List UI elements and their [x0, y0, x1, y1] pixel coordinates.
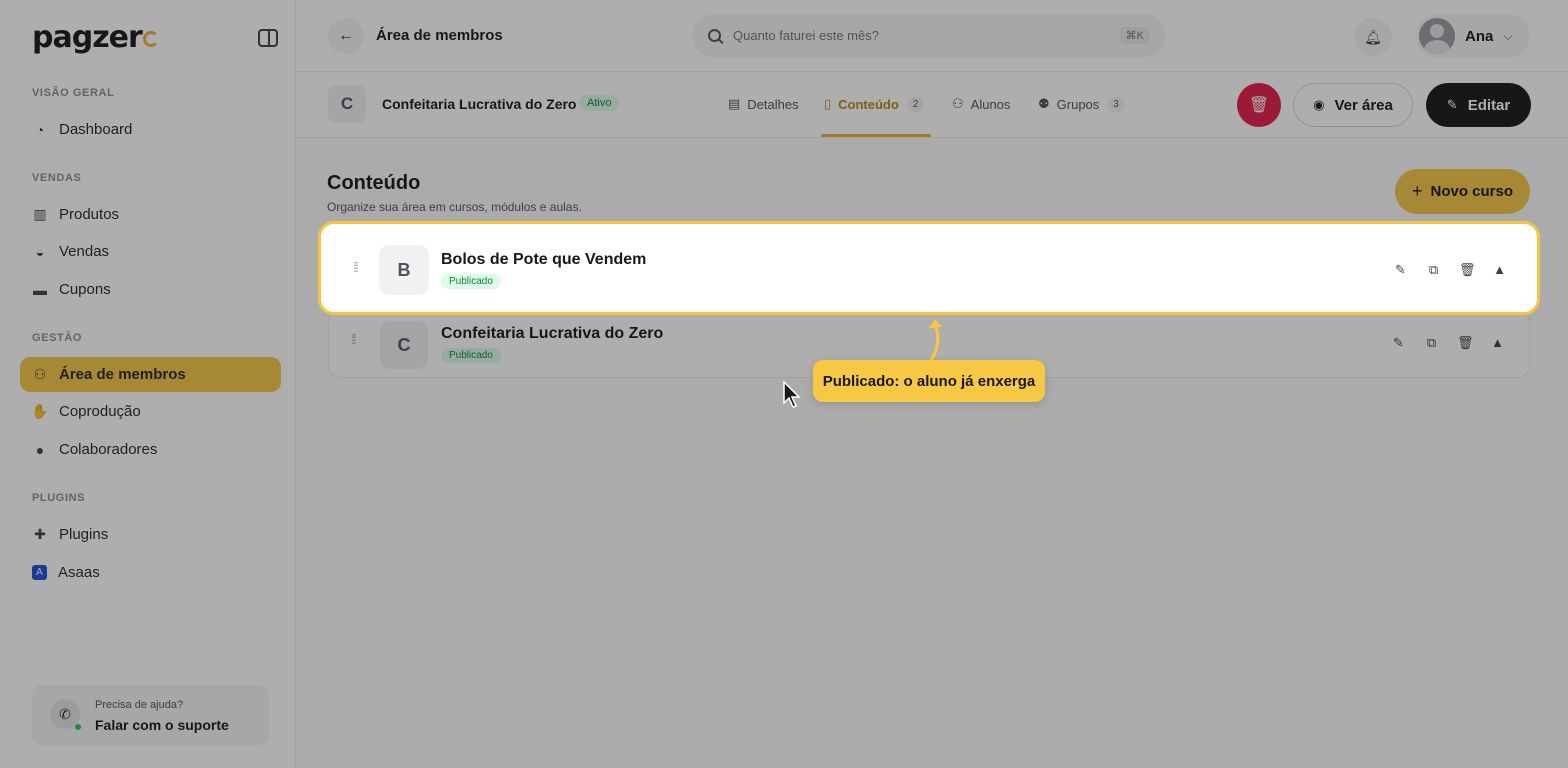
course-card-highlighted[interactable]: ⁞⁞ B Bolos de Pote que Vendem Publicado … — [318, 221, 1540, 315]
status-badge: Publicado — [441, 274, 501, 289]
trash-icon[interactable]: 🗑︎ — [1459, 262, 1476, 278]
duplicate-icon[interactable]: ⧉ — [1426, 262, 1441, 278]
tour-tooltip: Publicado: o aluno já enxerga — [813, 360, 1045, 402]
chevron-up-icon[interactable]: ▲ — [1492, 262, 1507, 278]
course-card-avatar: B — [379, 245, 429, 295]
mouse-cursor-icon — [783, 381, 801, 408]
tooltip-arrow-icon — [929, 319, 942, 362]
course-card-actions: ✎ ⧉ 🗑︎ ▲ — [1393, 262, 1507, 278]
pencil-icon[interactable]: ✎ — [1393, 262, 1408, 278]
course-card-title: Bolos de Pote que Vendem — [441, 251, 647, 268]
drag-handle-icon[interactable]: ⁞⁞ — [353, 260, 359, 274]
